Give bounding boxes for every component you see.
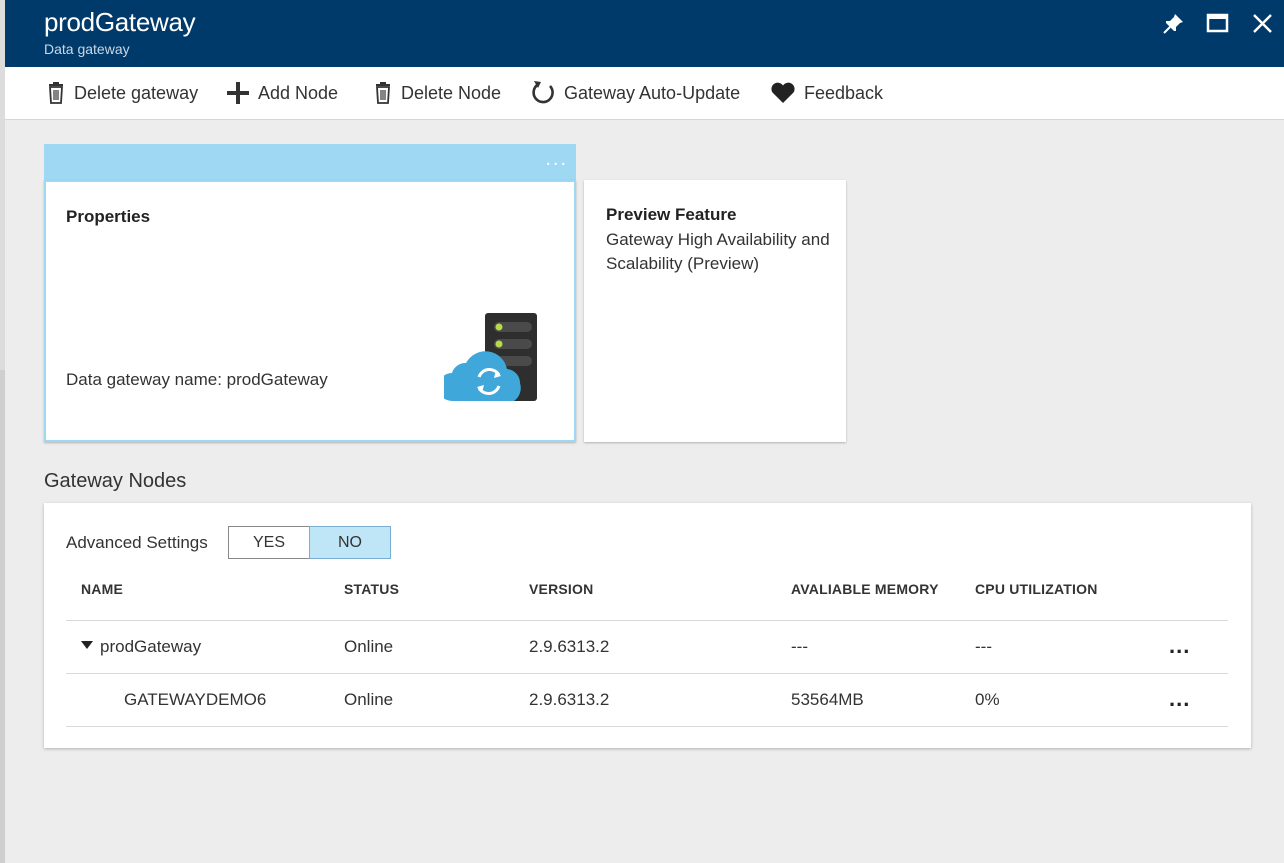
- heart-icon: [770, 82, 796, 104]
- row-more-button[interactable]: ...: [1169, 686, 1190, 712]
- plus-icon: [226, 81, 250, 105]
- node-name-cell: GATEWAYDEMO6: [124, 690, 267, 709]
- node-memory-cell: 53564MB: [791, 690, 864, 709]
- preview-feature-title: Preview Feature: [606, 205, 737, 224]
- delete-gateway-label: Delete gateway: [74, 82, 199, 103]
- maximize-button[interactable]: [1204, 10, 1232, 38]
- trash-icon: [373, 82, 393, 104]
- node-status-cell: Online: [344, 637, 394, 656]
- node-version-cell: 2.9.6313.2: [529, 637, 610, 656]
- toggle-no-option[interactable]: NO: [309, 526, 391, 559]
- add-node-button[interactable]: Add Node: [226, 67, 338, 119]
- preview-feature-tile[interactable]: Preview Feature Gateway High Availabilit…: [584, 180, 846, 442]
- column-header-status[interactable]: STATUS: [344, 581, 399, 597]
- node-memory-cell: ---: [791, 637, 808, 656]
- blade-title: prodGateway: [44, 7, 196, 37]
- gateway-auto-update-label: Gateway Auto-Update: [564, 82, 741, 103]
- column-header-cpu[interactable]: CPU UTILIZATION: [975, 581, 1098, 597]
- close-icon: [1253, 14, 1272, 33]
- node-name-text: prodGateway: [100, 637, 202, 656]
- column-header-version[interactable]: VERSION: [529, 581, 593, 597]
- gateway-nodes-panel: Advanced Settings YES NO NAME STATUS VER…: [44, 503, 1251, 748]
- delete-gateway-button[interactable]: Delete gateway: [46, 67, 198, 119]
- table-divider: [66, 620, 1228, 621]
- delete-node-button[interactable]: Delete Node: [373, 67, 501, 119]
- refresh-icon: [530, 80, 556, 106]
- column-header-name[interactable]: NAME: [81, 581, 123, 597]
- close-button[interactable]: [1249, 10, 1277, 38]
- table-divider: [66, 673, 1228, 674]
- node-status-cell: Online: [344, 690, 394, 709]
- gateway-name-text: Data gateway name: prodGateway: [66, 370, 328, 389]
- command-bar: Delete gateway Add Node Delete Node Gate…: [5, 67, 1284, 120]
- blade-header: prodGateway Data gateway: [5, 0, 1284, 67]
- feedback-button[interactable]: Feedback: [770, 67, 883, 119]
- gateway-server-cloud-icon: [444, 313, 537, 401]
- node-cpu-cell: ---: [975, 637, 992, 656]
- advanced-settings-label: Advanced Settings: [66, 533, 208, 552]
- row-more-button[interactable]: ...: [1169, 633, 1190, 659]
- pin-icon: [1163, 14, 1183, 34]
- tile-header-strip: ...: [44, 144, 576, 180]
- node-version-cell: 2.9.6313.2: [529, 690, 610, 709]
- delete-node-label: Delete Node: [401, 82, 502, 103]
- properties-tile[interactable]: Properties Data gateway name: prodGatewa…: [44, 180, 576, 442]
- node-name-cell: prodGateway: [81, 637, 201, 657]
- trash-icon: [46, 82, 66, 104]
- toggle-yes-option[interactable]: YES: [228, 526, 309, 559]
- maximize-icon: [1206, 13, 1229, 33]
- advanced-settings-toggle: YES NO: [228, 526, 391, 559]
- pin-button[interactable]: [1159, 10, 1187, 38]
- table-divider: [66, 726, 1228, 727]
- add-node-label: Add Node: [258, 82, 339, 103]
- node-cpu-cell: 0%: [975, 690, 1000, 709]
- preview-feature-description: Gateway High Availability and Scalabilit…: [606, 230, 830, 273]
- blade-left-edge: [0, 0, 5, 863]
- gateway-auto-update-button[interactable]: Gateway Auto-Update: [530, 67, 740, 119]
- column-header-memory[interactable]: AVALIABLE MEMORY: [791, 581, 939, 597]
- feedback-label: Feedback: [804, 82, 884, 103]
- expand-caret-icon[interactable]: [81, 640, 93, 649]
- tile-more-button[interactable]: ...: [545, 148, 568, 171]
- blade-subtitle: Data gateway: [44, 41, 130, 57]
- properties-title: Properties: [66, 207, 151, 226]
- gateway-nodes-heading: Gateway Nodes: [44, 470, 187, 492]
